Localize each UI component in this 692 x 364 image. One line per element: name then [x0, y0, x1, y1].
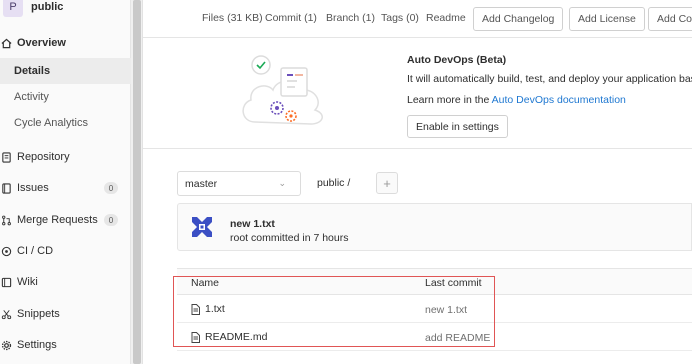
project-avatar: P	[3, 0, 23, 17]
file-name-text: 1.txt	[205, 303, 225, 315]
sidebar: P public Overview Details Activity Cycle…	[0, 0, 131, 364]
sidebar-item-issues[interactable]: Issues 0	[0, 175, 131, 201]
book-icon	[0, 276, 12, 288]
scrollbar-thumb[interactable]	[133, 0, 141, 364]
sidebar-item-snippets[interactable]: Snippets	[0, 301, 131, 327]
add-contributing-button[interactable]: Add Cor	[648, 7, 692, 31]
learn-more-prefix: Learn more in the	[407, 94, 492, 106]
file-last-commit[interactable]: add README	[425, 332, 490, 344]
commit-meta: root committed in 7 hours	[230, 232, 349, 244]
home-icon	[0, 37, 12, 49]
sidebar-item-label: CI / CD	[17, 245, 54, 257]
sidebar-item-label: Wiki	[17, 276, 38, 288]
issues-icon	[0, 182, 12, 194]
project-header[interactable]: P public	[0, 0, 131, 20]
stat-files[interactable]: Files (31 KB)	[202, 12, 263, 24]
sidebar-subitem-cycle-analytics[interactable]: Cycle Analytics	[0, 110, 131, 136]
commit-title[interactable]: new 1.txt	[230, 218, 275, 230]
branch-name: master	[185, 177, 218, 190]
sidebar-item-label: Settings	[17, 339, 57, 351]
file-last-commit[interactable]: new 1.txt	[425, 304, 467, 316]
stat-branch[interactable]: Branch (1)	[326, 12, 375, 24]
column-header-last-commit: Last commit	[425, 277, 482, 289]
sidebar-item-repository[interactable]: Repository	[0, 144, 131, 170]
merge-request-icon	[0, 214, 12, 226]
sidebar-item-label: Repository	[17, 151, 70, 163]
table-row[interactable]: README.md add README	[177, 323, 692, 351]
scissors-icon	[0, 308, 12, 320]
project-name: public	[31, 1, 64, 13]
project-stats-bar: Files (31 KB) Commit (1) Branch (1) Tags…	[143, 0, 692, 38]
sidebar-subitem-label: Cycle Analytics	[14, 117, 88, 129]
sidebar-item-label: Issues	[17, 182, 49, 194]
file-name[interactable]: README.md	[191, 331, 267, 343]
add-changelog-button[interactable]: Add Changelog	[473, 7, 564, 31]
file-table-header: Name Last commit	[177, 268, 692, 295]
repository-icon	[0, 151, 12, 163]
file-name-text: README.md	[205, 331, 268, 343]
sidebar-subitem-details[interactable]: Details	[0, 58, 131, 84]
table-row[interactable]: 1.txt new 1.txt	[177, 295, 692, 323]
issues-count-badge: 0	[104, 182, 118, 194]
sidebar-subitem-label: Activity	[14, 91, 49, 103]
sidebar-item-settings[interactable]: Settings	[0, 332, 131, 358]
stat-tags[interactable]: Tags (0)	[381, 12, 419, 24]
divider	[143, 148, 692, 149]
sidebar-subitem-activity[interactable]: Activity	[0, 84, 131, 110]
file-icon	[191, 303, 200, 315]
stat-readme[interactable]: Readme	[426, 12, 466, 24]
sidebar-item-ci-cd[interactable]: CI / CD	[0, 238, 131, 264]
column-header-name: Name	[191, 277, 220, 289]
chevron-down-icon: ⌄	[278, 178, 286, 188]
sidebar-item-label: Overview	[17, 37, 66, 49]
sidebar-item-label: Merge Requests	[17, 214, 98, 226]
sidebar-item-label: Snippets	[17, 308, 60, 320]
stat-commit[interactable]: Commit (1)	[265, 12, 317, 24]
file-icon	[191, 331, 200, 343]
sidebar-item-overview[interactable]: Overview	[0, 30, 131, 56]
enable-in-settings-button[interactable]: Enable in settings	[407, 115, 508, 138]
branch-selector[interactable]: master ⌄	[177, 171, 301, 196]
last-commit-panel: new 1.txt root committed in 7 hours	[177, 203, 692, 251]
add-license-button[interactable]: Add License	[569, 7, 645, 31]
sidebar-scrollbar[interactable]	[131, 0, 143, 364]
merge-requests-count-badge: 0	[104, 214, 118, 226]
auto-devops-learn-more: Learn more in the Auto DevOps documentat…	[407, 94, 626, 106]
main-content: Files (31 KB) Commit (1) Branch (1) Tags…	[143, 0, 692, 364]
auto-devops-docs-link[interactable]: Auto DevOps documentation	[492, 94, 626, 106]
gear-icon	[0, 339, 12, 351]
file-name[interactable]: 1.txt	[191, 303, 225, 315]
sidebar-subitem-label: Details	[14, 65, 51, 77]
user-identicon	[190, 215, 214, 239]
sidebar-item-wiki[interactable]: Wiki	[0, 269, 131, 295]
auto-devops-description: It will automatically build, test, and d…	[407, 73, 692, 85]
add-file-button[interactable]: +	[376, 172, 398, 194]
sidebar-item-merge-requests[interactable]: Merge Requests 0	[0, 207, 131, 233]
auto-devops-title: Auto DevOps (Beta)	[407, 54, 507, 66]
rocket-icon	[0, 245, 12, 257]
breadcrumb[interactable]: public /	[317, 177, 350, 189]
auto-devops-illustration	[235, 48, 333, 135]
